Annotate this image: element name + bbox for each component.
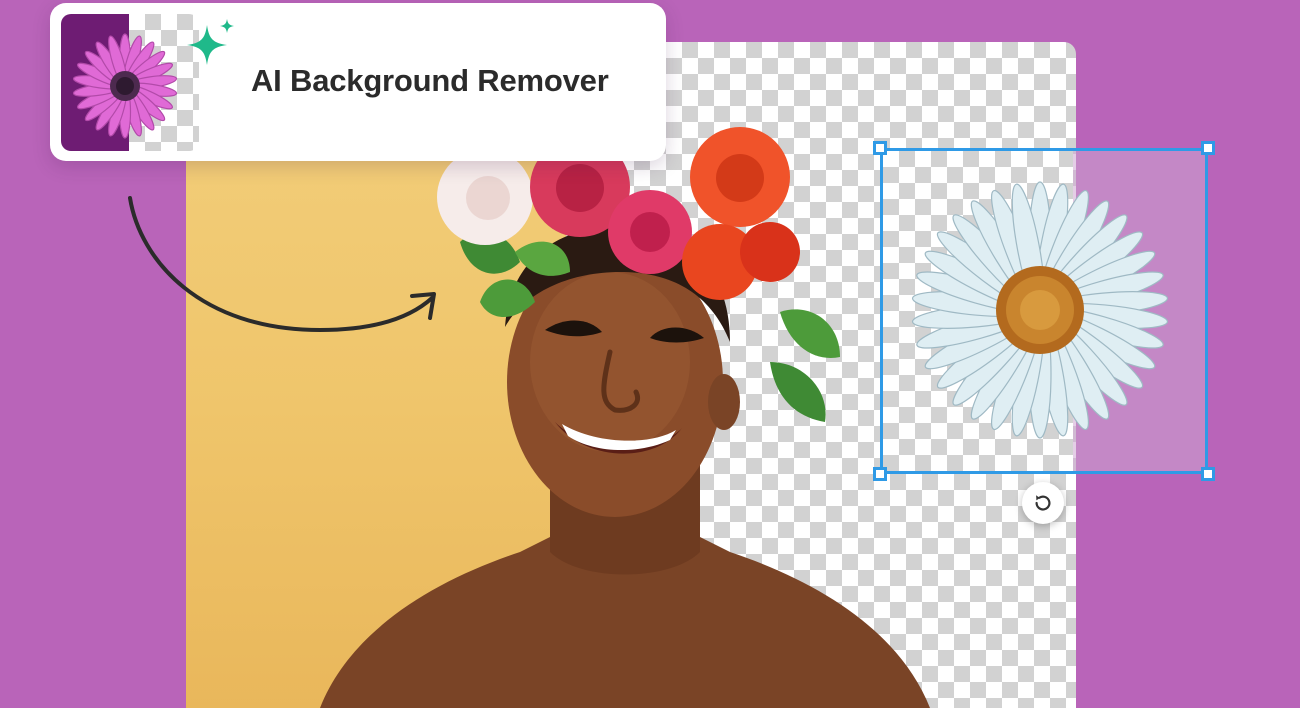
ai-sparkle-icon [187, 19, 234, 65]
page-title: AI Background Remover [251, 63, 609, 98]
thumbnail-preview [61, 14, 199, 151]
feature-header-card: AI Background Remover [50, 3, 666, 161]
curved-arrow-icon [128, 196, 436, 333]
rotate-button[interactable] [1022, 482, 1064, 524]
resize-handle-bottom-right[interactable] [1201, 467, 1215, 481]
resize-handle-top-left[interactable] [873, 141, 887, 155]
rotate-icon [1035, 495, 1051, 511]
white-daisy-image[interactable] [900, 170, 1180, 450]
resize-handle-top-right[interactable] [1201, 141, 1215, 155]
purple-daisy-icon [72, 33, 178, 139]
resize-handle-bottom-left[interactable] [873, 467, 887, 481]
